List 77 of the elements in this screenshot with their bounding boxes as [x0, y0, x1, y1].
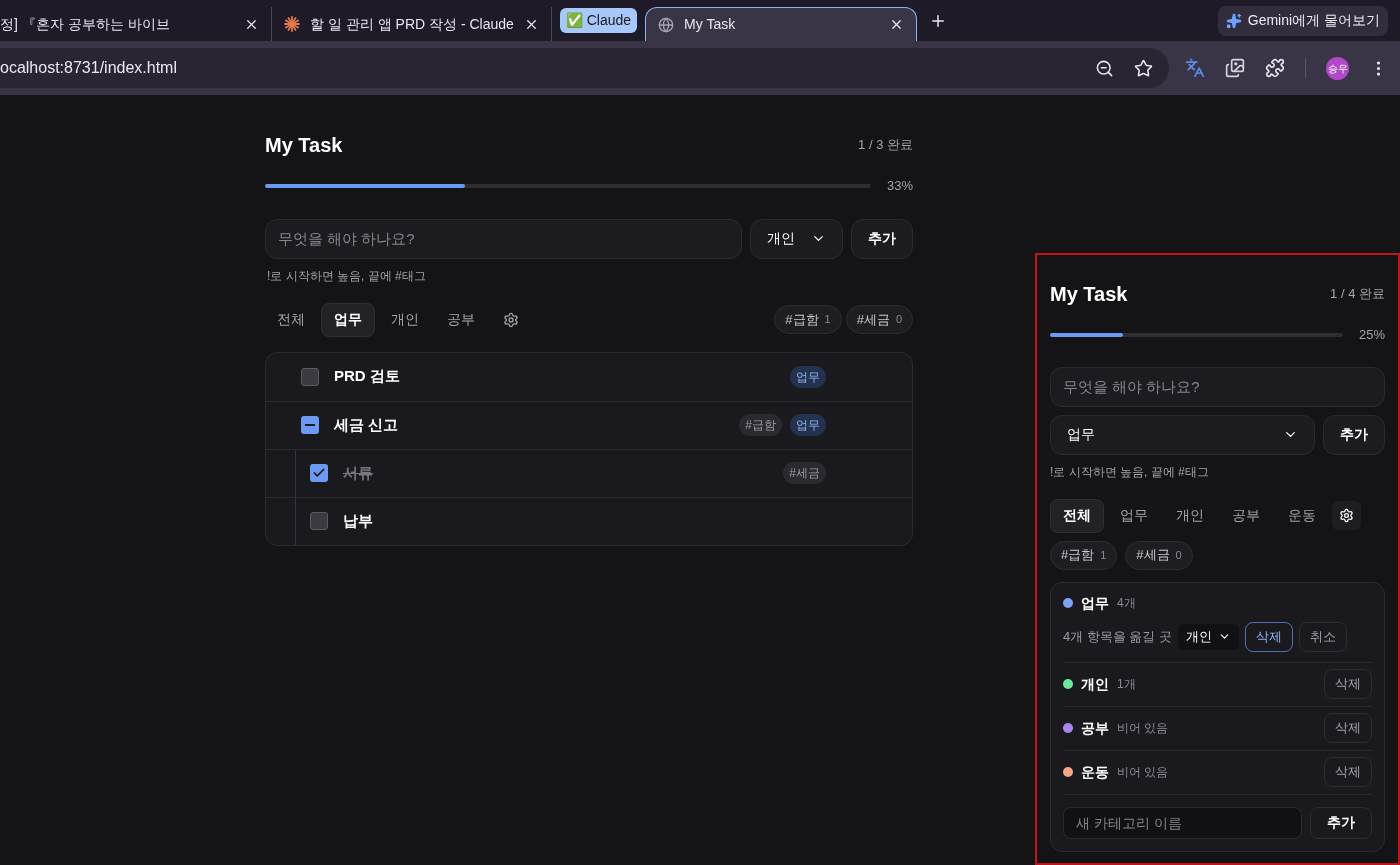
- filter-tab[interactable]: 운동: [1276, 498, 1328, 533]
- tag-filter-chip[interactable]: #세금 0: [1125, 540, 1193, 570]
- completion-count: 1 / 3 완료: [858, 136, 913, 155]
- category-name-input[interactable]: 새 카테고리 이름: [1063, 806, 1302, 839]
- filter-tab[interactable]: 전체: [1050, 498, 1104, 533]
- url-text: ocalhost:8731/index.html: [0, 58, 178, 78]
- tab-title: 할 일 관리 앱 PRD 작성 - Claude: [310, 14, 514, 34]
- filter-tab[interactable]: 전체: [265, 302, 317, 337]
- input-hint: !로 시작하면 높음, 끝에 #태그: [267, 267, 427, 285]
- settings-icon: [1339, 508, 1354, 523]
- add-button[interactable]: 추가: [1323, 414, 1385, 455]
- category-count: 비어 있음: [1117, 764, 1169, 781]
- task-title: 세금 신고: [334, 414, 400, 435]
- move-label: 4개 항목을 옮길 곳: [1063, 627, 1173, 646]
- task-tag: #급함: [739, 414, 782, 436]
- category-select[interactable]: 업무: [1050, 414, 1315, 455]
- address-bar[interactable]: ocalhost:8731/index.html: [0, 48, 1169, 88]
- category-name: 운동: [1081, 762, 1109, 782]
- cancel-button[interactable]: 취소: [1299, 621, 1348, 652]
- completion-count: 1 / 4 완료: [1330, 285, 1385, 304]
- star-icon[interactable]: [1134, 58, 1153, 78]
- profile-avatar[interactable]: 승우: [1326, 56, 1349, 80]
- gemini-button[interactable]: Gemini에게 물어보기: [1217, 5, 1388, 36]
- tag-filter-chip[interactable]: #급함 1: [1050, 540, 1118, 570]
- task-input[interactable]: 무엇을 해야 하나요?: [265, 218, 742, 259]
- filter-tab[interactable]: 업무: [321, 302, 375, 337]
- category-count: 비어 있음: [1117, 720, 1169, 737]
- input-hint: !로 시작하면 높음, 끝에 #태그: [1050, 463, 1210, 481]
- tag-filter-chip[interactable]: #세금 0: [845, 305, 913, 334]
- add-category-button[interactable]: 추가: [1310, 806, 1372, 839]
- puzzle-icon[interactable]: [1265, 58, 1285, 78]
- category-badge: 업무: [790, 365, 826, 388]
- task-input[interactable]: 무엇을 해야 하나요?: [1050, 366, 1385, 407]
- translate-icon[interactable]: [1185, 58, 1205, 78]
- progress-percent: 33%: [886, 177, 913, 195]
- task-title: 서류: [343, 462, 374, 483]
- category-name: 공부: [1081, 718, 1109, 738]
- delete-button[interactable]: 삭제: [1324, 669, 1372, 699]
- filter-tab[interactable]: 업무: [1108, 498, 1160, 533]
- sparkle-icon: [1225, 12, 1242, 29]
- category-count: 4개: [1117, 595, 1136, 612]
- filter-tab[interactable]: 공부: [1220, 498, 1272, 533]
- browser-tab[interactable]: My Task: [645, 7, 918, 41]
- add-button[interactable]: 추가: [851, 218, 913, 259]
- tab-title: My Task: [684, 15, 737, 34]
- category-select[interactable]: 개인: [750, 218, 843, 259]
- move-target-select[interactable]: 개인: [1178, 623, 1240, 650]
- task-tag: #세금: [783, 462, 826, 484]
- tab-group-label[interactable]: ✅ Claude: [559, 8, 638, 33]
- filter-tab[interactable]: 공부: [435, 302, 487, 337]
- category-name: 업무: [1081, 593, 1109, 613]
- app-title: My Task: [1050, 282, 1128, 307]
- progress-percent: 25%: [1358, 326, 1385, 344]
- globe-icon: [658, 16, 675, 33]
- filter-tab[interactable]: 개인: [379, 302, 431, 337]
- task-title: PRD 검토: [334, 366, 401, 387]
- delete-button[interactable]: 삭제: [1245, 621, 1294, 652]
- tab-title: 정] 『혼자 공부하는 바이브: [0, 14, 171, 34]
- app-title: My Task: [265, 133, 343, 158]
- filter-tab[interactable]: 개인: [1164, 498, 1216, 533]
- checkbox[interactable]: [301, 367, 319, 386]
- images-icon[interactable]: [1225, 58, 1245, 78]
- checkbox[interactable]: [301, 416, 319, 434]
- task-title: 납부: [343, 510, 374, 531]
- checkmark-icon: [312, 466, 326, 480]
- checkbox[interactable]: [310, 512, 328, 530]
- category-count: 1개: [1117, 676, 1136, 693]
- delete-button[interactable]: 삭제: [1324, 757, 1372, 787]
- settings-button[interactable]: [1332, 501, 1361, 530]
- tag-filter-chip[interactable]: #급함 1: [774, 305, 842, 334]
- category-badge: 업무: [790, 414, 826, 436]
- category-name: 개인: [1081, 674, 1109, 694]
- settings-icon[interactable]: [503, 311, 519, 328]
- asterisk-icon: [284, 16, 300, 32]
- zoom-out-icon[interactable]: [1095, 58, 1114, 78]
- checkbox[interactable]: [310, 464, 328, 482]
- delete-button[interactable]: 삭제: [1324, 713, 1372, 743]
